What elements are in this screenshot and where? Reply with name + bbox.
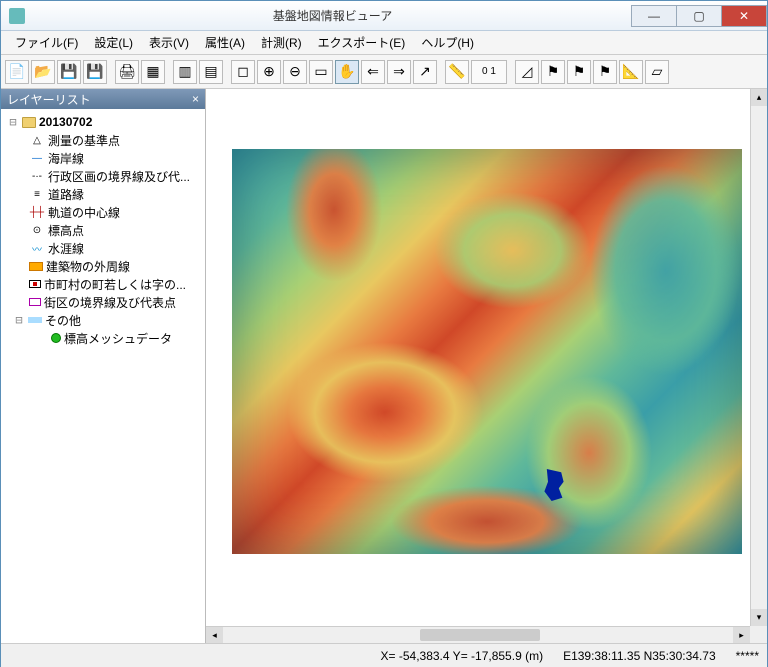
line-icon: — <box>29 152 45 164</box>
menu-file[interactable]: ファイル(F) <box>7 31 86 54</box>
building-icon <box>29 262 43 271</box>
tool-new[interactable]: 📄 <box>5 60 29 84</box>
scroll-left-icon[interactable]: ◂ <box>206 627 223 643</box>
town-icon <box>29 280 41 288</box>
layer-item[interactable]: △測量の基準点 <box>3 131 203 149</box>
tool-ruler[interactable]: 📏 <box>445 60 469 84</box>
horizontal-scrollbar[interactable]: ◂ ▸ <box>206 626 750 643</box>
folder-icon <box>22 117 36 128</box>
collapse-icon[interactable]: ⊟ <box>13 313 25 327</box>
root-label: 20130702 <box>39 115 92 129</box>
layer-item[interactable]: 街区の境界線及び代表点 <box>3 293 203 311</box>
tool-flag2[interactable]: ⚑ <box>567 60 591 84</box>
status-extra: ***** <box>736 649 759 663</box>
tool-pan[interactable]: ✋ <box>335 60 359 84</box>
sidebar: レイヤーリスト × ⊟ 20130702 △測量の基準点 —海岸線 -·-行政区… <box>1 89 206 643</box>
tool-zoom-level[interactable]: 0 1 <box>471 60 507 84</box>
menu-export[interactable]: エクスポート(E) <box>310 31 414 54</box>
sidebar-close-icon[interactable]: × <box>192 92 199 106</box>
other-icon <box>28 317 42 323</box>
layer-item[interactable]: ≡道路縁 <box>3 185 203 203</box>
layer-item[interactable]: 〰水涯線 <box>3 239 203 257</box>
window-title: 基盤地図情報ビューア <box>33 7 632 24</box>
layer-item[interactable]: 建築物の外周線 <box>3 257 203 275</box>
selected-feature[interactable] <box>542 469 566 501</box>
tool-prev-extent[interactable]: ⇐ <box>361 60 385 84</box>
layer-item[interactable]: —海岸線 <box>3 149 203 167</box>
tool-measure-dist[interactable]: 📐 <box>619 60 643 84</box>
scroll-corner <box>750 626 767 643</box>
point-icon: △ <box>29 134 45 146</box>
status-xy: X= -54,383.4 Y= -17,855.9 (m) <box>381 649 544 663</box>
elev-icon: ⊙ <box>29 224 45 236</box>
tool-saveas[interactable]: 💾 <box>83 60 107 84</box>
road-icon: ≡ <box>29 188 45 200</box>
tool-grid[interactable]: ▤ <box>199 60 223 84</box>
menu-attr[interactable]: 属性(A) <box>197 31 253 54</box>
maximize-button[interactable]: ▢ <box>676 5 722 27</box>
terrain-map[interactable] <box>232 149 742 554</box>
scroll-up-icon[interactable]: ▴ <box>751 89 767 106</box>
menu-measure[interactable]: 計測(R) <box>253 31 310 54</box>
sidebar-title: レイヤーリスト <box>7 91 91 108</box>
boundary-icon: -·- <box>29 170 45 182</box>
menu-view[interactable]: 表示(V) <box>141 31 197 54</box>
tool-identify[interactable]: ↗ <box>413 60 437 84</box>
minimize-button[interactable]: — <box>631 5 677 27</box>
scroll-right-icon[interactable]: ▸ <box>733 627 750 643</box>
sidebar-header: レイヤーリスト × <box>1 89 205 109</box>
tool-save[interactable]: 💾 <box>57 60 81 84</box>
mesh-icon <box>51 333 61 343</box>
vertical-scrollbar[interactable]: ▴ ▾ <box>750 89 767 626</box>
tool-fullextent[interactable]: ◻ <box>231 60 255 84</box>
tool-zoomin[interactable]: ⊕ <box>257 60 281 84</box>
tool-flag3[interactable]: ⚑ <box>593 60 617 84</box>
status-lonlat: E139:38:11.35 N35:30:34.73 <box>563 649 716 663</box>
layer-subitem[interactable]: 標高メッシュデータ <box>3 329 203 347</box>
tool-print[interactable]: 🖨 <box>115 60 139 84</box>
app-icon <box>9 8 25 24</box>
block-icon <box>29 298 41 306</box>
layer-item[interactable]: -·-行政区画の境界線及び代... <box>3 167 203 185</box>
tool-measure-area[interactable]: ▱ <box>645 60 669 84</box>
tool-open[interactable]: 📂 <box>31 60 55 84</box>
statusbar: X= -54,383.4 Y= -17,855.9 (m) E139:38:11… <box>1 643 767 667</box>
tool-overview[interactable]: ▦ <box>141 60 165 84</box>
map-canvas[interactable]: ▴ ▾ ◂ ▸ <box>206 89 767 643</box>
water-icon: 〰 <box>29 242 45 254</box>
main-area: レイヤーリスト × ⊟ 20130702 △測量の基準点 —海岸線 -·-行政区… <box>1 89 767 643</box>
tool-eraser[interactable]: ◿ <box>515 60 539 84</box>
menubar: ファイル(F) 設定(L) 表示(V) 属性(A) 計測(R) エクスポート(E… <box>1 31 767 55</box>
scroll-thumb[interactable] <box>420 629 540 641</box>
titlebar: 基盤地図情報ビューア — ▢ ✕ <box>1 1 767 31</box>
tool-zoomout[interactable]: ⊖ <box>283 60 307 84</box>
rail-icon: ┼┼ <box>29 206 45 218</box>
layer-item[interactable]: ⊙標高点 <box>3 221 203 239</box>
toolbar: 📄 📂 💾 💾 🖨 ▦ ▥ ▤ ◻ ⊕ ⊖ ▭ ✋ ⇐ ⇒ ↗ 📏 0 1 ◿ … <box>1 55 767 89</box>
tree-root[interactable]: ⊟ 20130702 <box>3 113 203 131</box>
collapse-icon[interactable]: ⊟ <box>7 115 19 129</box>
menu-settings[interactable]: 設定(L) <box>86 31 141 54</box>
tool-next-extent[interactable]: ⇒ <box>387 60 411 84</box>
tool-add-layer[interactable]: ▥ <box>173 60 197 84</box>
layer-item-other[interactable]: ⊟その他 <box>3 311 203 329</box>
layer-item[interactable]: 市町村の町若しくは字の... <box>3 275 203 293</box>
layer-tree[interactable]: ⊟ 20130702 △測量の基準点 —海岸線 -·-行政区画の境界線及び代..… <box>1 109 205 643</box>
scroll-down-icon[interactable]: ▾ <box>751 609 767 626</box>
layer-item[interactable]: ┼┼軌道の中心線 <box>3 203 203 221</box>
tool-flag[interactable]: ⚑ <box>541 60 565 84</box>
close-button[interactable]: ✕ <box>721 5 767 27</box>
tool-zoomrect[interactable]: ▭ <box>309 60 333 84</box>
menu-help[interactable]: ヘルプ(H) <box>413 31 482 54</box>
